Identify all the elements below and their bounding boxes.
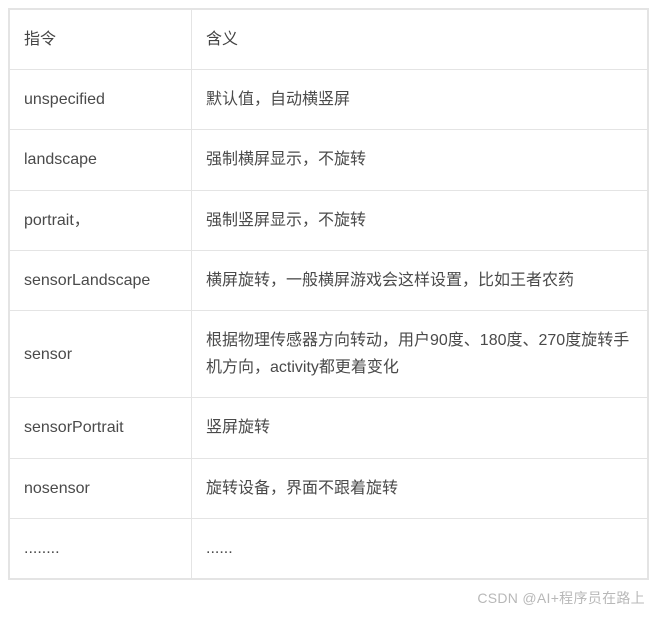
table-row: ........ ......	[10, 518, 648, 578]
cell-cmd: ........	[10, 518, 192, 578]
cell-cmd: unspecified	[10, 70, 192, 130]
data-table: 指令 含义 unspecified 默认值，自动横竖屏 landscape 强制…	[9, 9, 648, 579]
table-row: sensorPortrait 竖屏旋转	[10, 398, 648, 458]
table-row: portrait， 强制竖屏显示，不旋转	[10, 190, 648, 250]
cell-desc: 根据物理传感器方向转动，用户90度、180度、270度旋转手机方向，activi…	[192, 310, 648, 397]
cell-desc: 竖屏旋转	[192, 398, 648, 458]
cell-desc: 强制横屏显示，不旋转	[192, 130, 648, 190]
cell-desc: 横屏旋转，一般横屏游戏会这样设置，比如王者农药	[192, 250, 648, 310]
cell-desc: 强制竖屏显示，不旋转	[192, 190, 648, 250]
watermark-text: CSDN @AI+程序员在路上	[8, 580, 649, 610]
table-row: sensor 根据物理传感器方向转动，用户90度、180度、270度旋转手机方向…	[10, 310, 648, 397]
table-row: sensorLandscape 横屏旋转，一般横屏游戏会这样设置，比如王者农药	[10, 250, 648, 310]
header-col1: 指令	[10, 10, 192, 70]
cell-cmd: sensorPortrait	[10, 398, 192, 458]
table-row: unspecified 默认值，自动横竖屏	[10, 70, 648, 130]
cell-cmd: sensorLandscape	[10, 250, 192, 310]
cell-cmd: nosensor	[10, 458, 192, 518]
cell-desc: 旋转设备，界面不跟着旋转	[192, 458, 648, 518]
table-header-row: 指令 含义	[10, 10, 648, 70]
cell-cmd: portrait，	[10, 190, 192, 250]
cell-desc: 默认值，自动横竖屏	[192, 70, 648, 130]
cell-cmd: sensor	[10, 310, 192, 397]
header-col2: 含义	[192, 10, 648, 70]
table-row: landscape 强制横屏显示，不旋转	[10, 130, 648, 190]
cell-desc: ......	[192, 518, 648, 578]
table-row: nosensor 旋转设备，界面不跟着旋转	[10, 458, 648, 518]
orientation-table: 指令 含义 unspecified 默认值，自动横竖屏 landscape 强制…	[8, 8, 649, 580]
cell-cmd: landscape	[10, 130, 192, 190]
